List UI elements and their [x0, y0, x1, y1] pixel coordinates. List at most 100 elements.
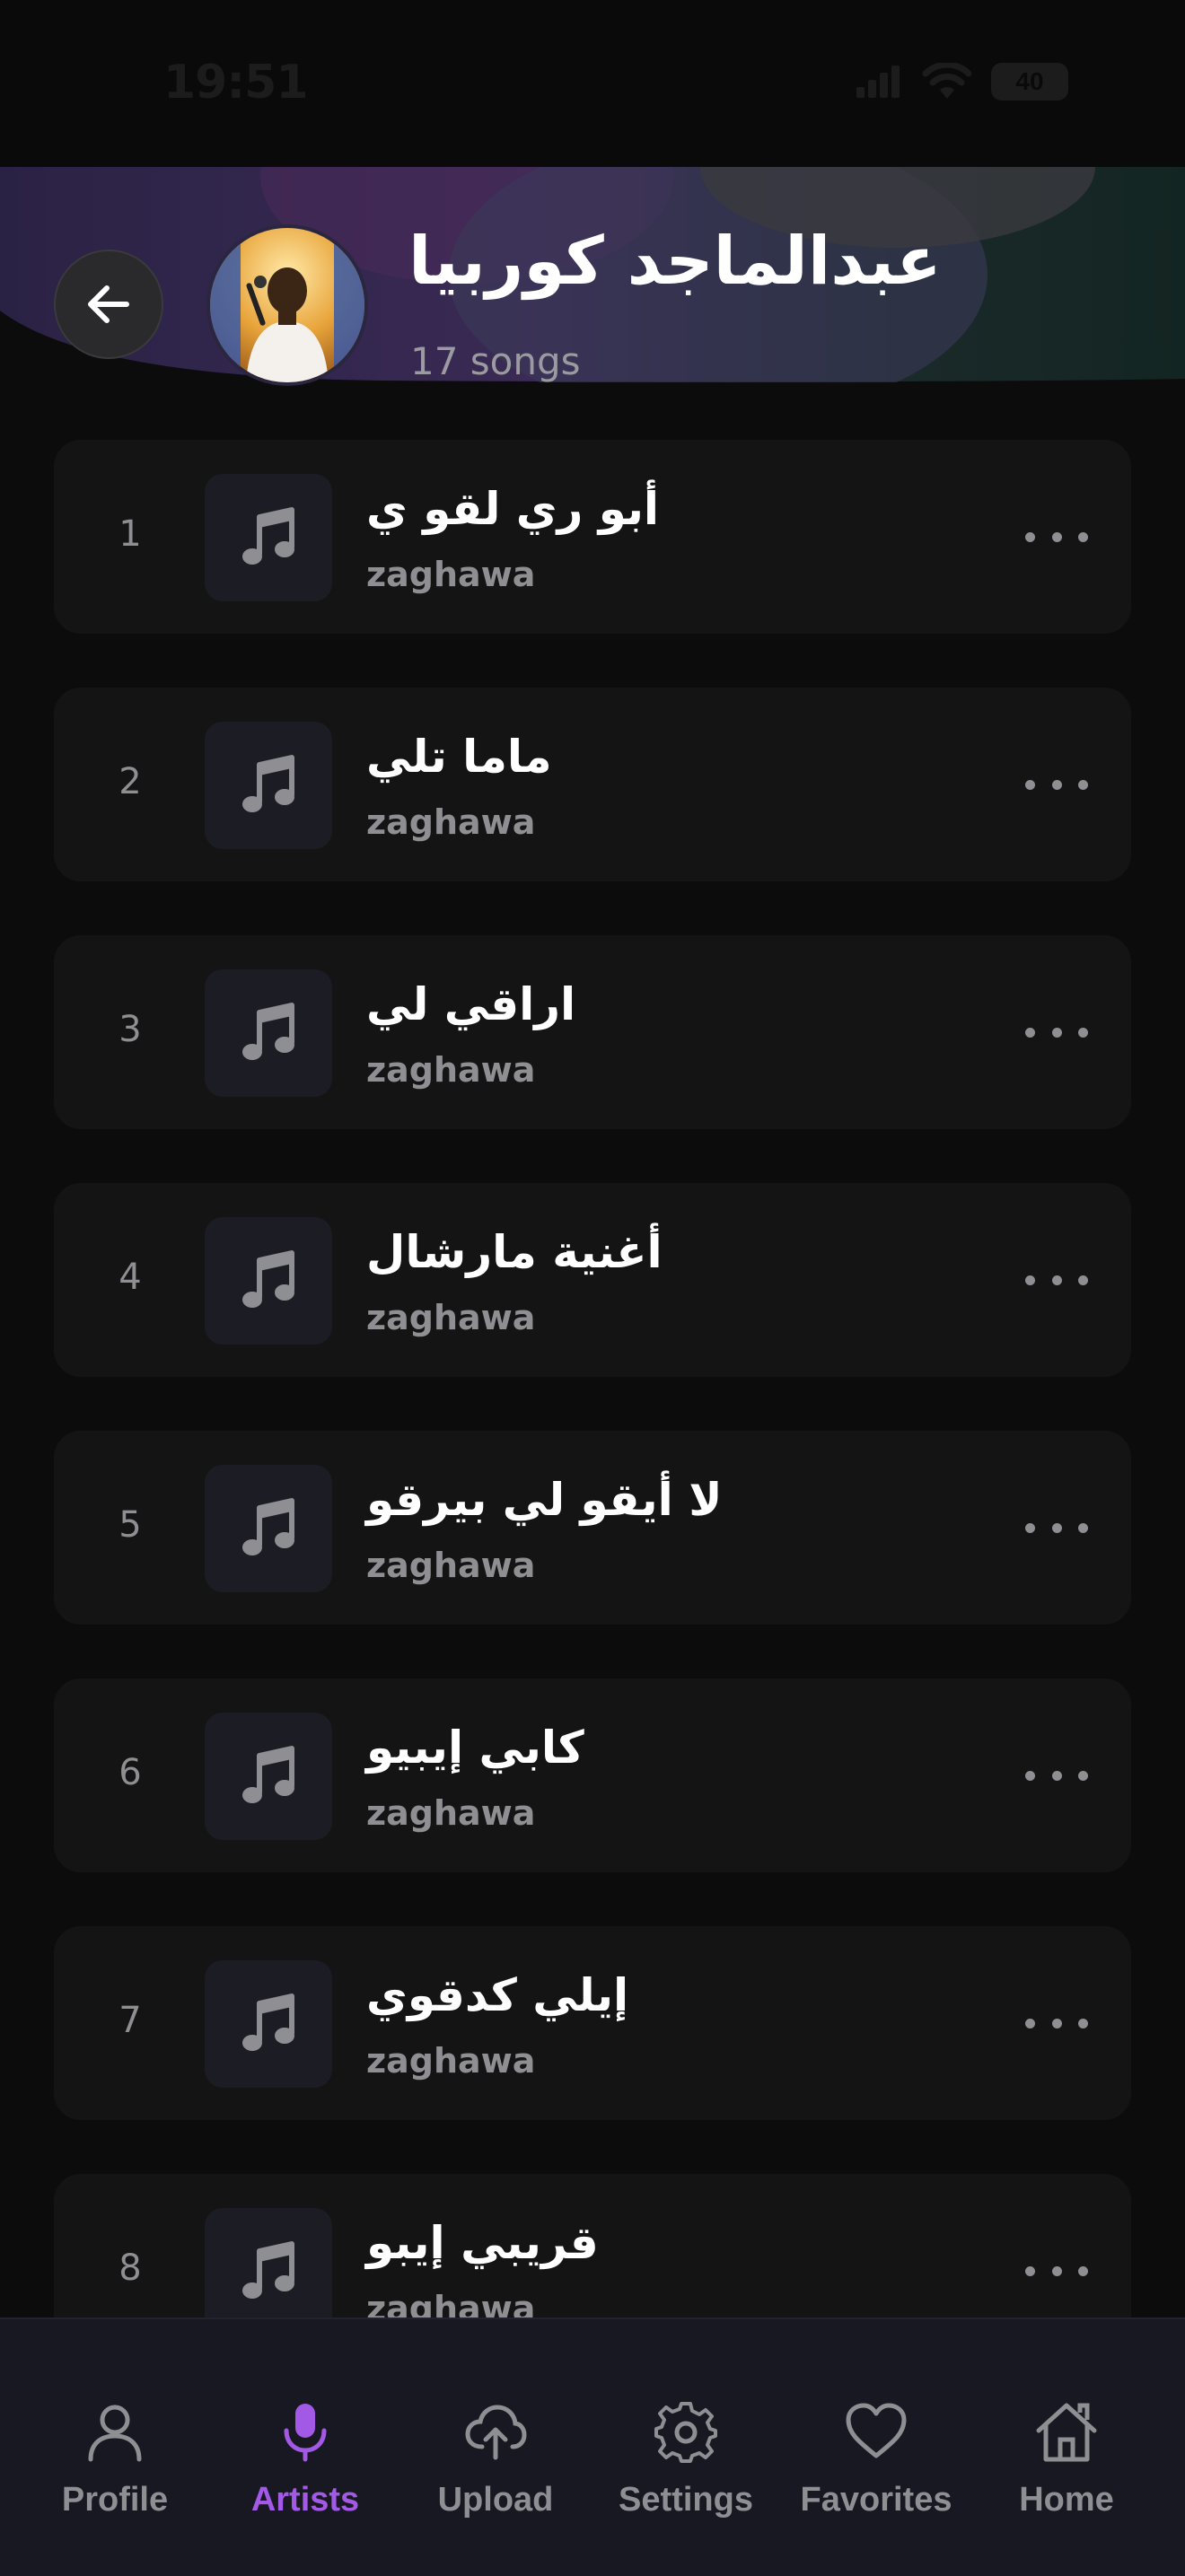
more-dot	[1078, 1275, 1088, 1285]
song-row[interactable]: 6 كابي إيبيو zaghawa	[54, 1678, 1131, 1872]
nav-upload-label: Upload	[437, 2481, 554, 2519]
song-thumbnail	[205, 1713, 332, 1840]
song-artist: zaghawa	[366, 1298, 536, 1337]
song-number: 4	[118, 1257, 142, 1298]
song-row[interactable]: 4 أغنية مارشال zaghawa	[54, 1183, 1131, 1377]
status-time: 19:51	[163, 56, 309, 110]
song-artist: zaghawa	[366, 555, 536, 594]
bottom-nav: Profile Artists Upload Settings Favorite…	[0, 2318, 1185, 2576]
song-thumbnail	[205, 474, 332, 601]
song-artist: zaghawa	[366, 802, 536, 842]
song-thumbnail	[205, 1217, 332, 1345]
song-row[interactable]: 2 ماما تلي zaghawa	[54, 688, 1131, 881]
song-title: ماما تلي	[366, 731, 552, 783]
music-note-icon	[242, 507, 294, 565]
home-icon	[1036, 2403, 1097, 2462]
song-row[interactable]: 5 لا أيقو لي بيرقو zaghawa	[54, 1431, 1131, 1625]
song-artist: zaghawa	[366, 1050, 536, 1090]
song-number: 5	[118, 1504, 142, 1546]
song-title: أبو ري لقو ي	[366, 483, 660, 535]
song-thumbnail	[205, 969, 332, 1097]
person-icon	[88, 2405, 142, 2462]
more-dot	[1051, 531, 1062, 542]
song-number: 6	[118, 1752, 142, 1793]
nav-settings[interactable]: Settings	[591, 2319, 781, 2519]
battery-icon: 40	[991, 63, 1068, 101]
song-thumbnail	[205, 1960, 332, 2088]
more-options-button[interactable]	[1025, 767, 1088, 802]
song-thumbnail	[205, 2208, 332, 2335]
music-note-icon	[242, 1003, 294, 1060]
nav-profile-label: Profile	[61, 2481, 169, 2519]
more-dots-icon	[1025, 1275, 1035, 1285]
song-row[interactable]: 1 أبو ري لقو ي zaghawa	[54, 440, 1131, 634]
nav-favorites[interactable]: Favorites	[781, 2319, 971, 2519]
wifi-icon	[922, 63, 972, 99]
more-options-button[interactable]	[1025, 2005, 1088, 2041]
nav-upload[interactable]: Upload	[400, 2319, 591, 2519]
arrow-left-icon	[88, 285, 129, 323]
back-button[interactable]	[54, 250, 163, 359]
microphone-icon	[284, 2404, 327, 2462]
nav-profile[interactable]: Profile	[20, 2319, 210, 2519]
more-dot	[1078, 1027, 1088, 1038]
song-number: 2	[118, 761, 142, 802]
more-options-button[interactable]	[1025, 519, 1088, 555]
battery-level: 40	[1015, 67, 1044, 95]
song-thumbnail	[205, 1465, 332, 1592]
song-number: 1	[118, 513, 142, 555]
more-dots-icon	[1025, 2265, 1035, 2276]
nav-artists-label: Artists	[250, 2481, 360, 2519]
heart-icon	[846, 2403, 907, 2458]
more-dots-icon	[1025, 1770, 1035, 1781]
more-dot	[1078, 531, 1088, 542]
artist-avatar	[206, 224, 368, 386]
song-title: لا أيقو لي بيرقو	[366, 1474, 723, 1526]
more-dot	[1051, 2018, 1062, 2028]
more-dots-icon	[1025, 2018, 1035, 2028]
more-dots-icon	[1025, 779, 1035, 790]
more-dot	[1051, 779, 1062, 790]
nav-artists[interactable]: Artists	[210, 2319, 400, 2519]
nav-settings-label: Settings	[619, 2481, 753, 2519]
music-note-icon	[242, 755, 294, 812]
signal-icon	[856, 66, 900, 98]
more-dot	[1078, 779, 1088, 790]
music-note-icon	[242, 1250, 294, 1308]
nav-home[interactable]: Home	[971, 2319, 1162, 2519]
nav-home-label: Home	[1019, 2481, 1114, 2519]
song-artist: zaghawa	[366, 2041, 536, 2081]
song-count: 17 songs	[410, 339, 581, 383]
song-row[interactable]: 3 اراقي لي zaghawa	[54, 935, 1131, 1129]
more-dot	[1078, 2018, 1088, 2028]
more-options-button[interactable]	[1025, 2253, 1088, 2289]
song-row[interactable]: 7 إيلي كدقوي zaghawa	[54, 1926, 1131, 2120]
song-number: 7	[118, 2000, 142, 2041]
song-artist: zaghawa	[366, 1546, 536, 1585]
song-title: إيلي كدقوي	[366, 1969, 629, 2021]
cloud-upload-icon	[465, 2405, 527, 2460]
more-dots-icon	[1025, 1027, 1035, 1038]
song-title: قريبي إيبو	[366, 2217, 599, 2269]
more-dots-icon	[1025, 531, 1035, 542]
more-dot	[1051, 1027, 1062, 1038]
more-dots-icon	[1025, 1522, 1035, 1533]
more-options-button[interactable]	[1025, 1757, 1088, 1793]
more-dot	[1051, 2265, 1062, 2276]
song-title: اراقي لي	[366, 978, 576, 1030]
song-title: كابي إيبيو	[366, 1722, 584, 1774]
more-options-button[interactable]	[1025, 1014, 1088, 1050]
more-options-button[interactable]	[1025, 1510, 1088, 1546]
more-dot	[1051, 1770, 1062, 1781]
more-dot	[1051, 1275, 1062, 1285]
song-number: 8	[118, 2247, 142, 2289]
status-bar: 19:51 40	[0, 0, 1185, 167]
artist-name: عبدالماجد كوربيا	[408, 223, 942, 300]
more-dot	[1078, 1770, 1088, 1781]
more-dot	[1051, 1522, 1062, 1533]
song-thumbnail	[205, 722, 332, 849]
song-artist: zaghawa	[366, 1793, 536, 1833]
music-note-icon	[242, 1993, 294, 2051]
song-title: أغنية مارشال	[366, 1226, 663, 1278]
more-options-button[interactable]	[1025, 1262, 1088, 1298]
